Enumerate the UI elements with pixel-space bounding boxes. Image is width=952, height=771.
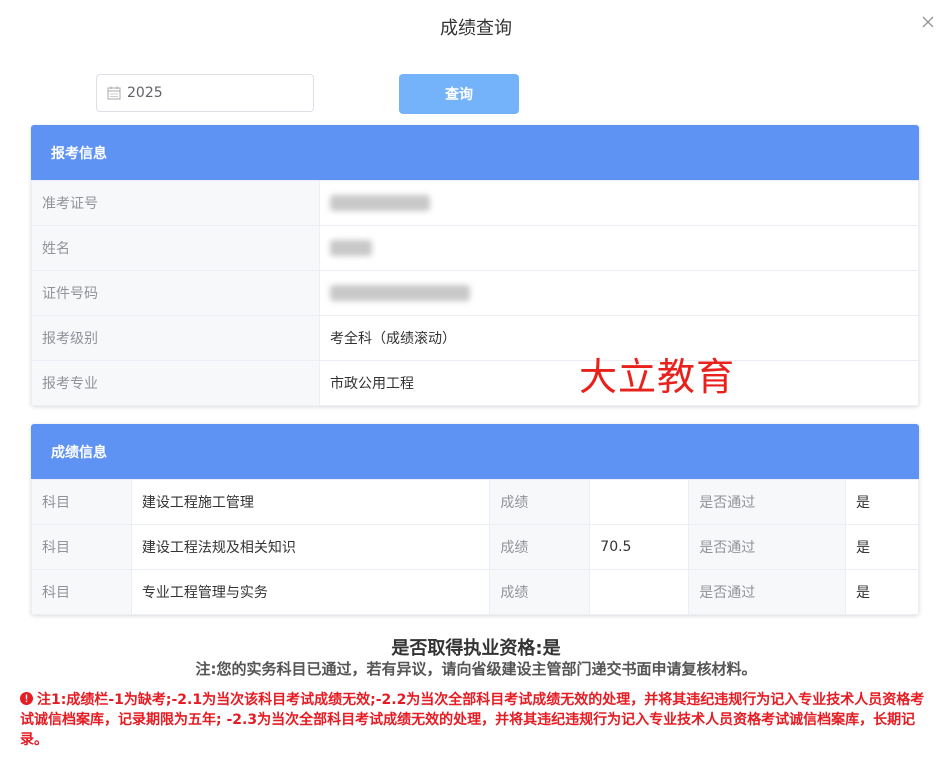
watermark: 大立教育 — [579, 355, 736, 399]
table-row: 准考证号 — [31, 180, 919, 226]
score-info-panel: 成绩信息 科目 建设工程施工管理 成绩 是否通过 是 科目 建设工程法规及相关知… — [31, 424, 919, 615]
exam-info-header: 报考信息 — [31, 125, 919, 180]
alert-icon — [20, 692, 33, 705]
score-label: 成绩 — [489, 479, 591, 525]
review-note: 注:您的实务科目已通过，若有异议，请向省级建设主管部门递交书面申请复核材料。 — [195, 660, 757, 678]
row-label: 证件号码 — [31, 270, 320, 316]
score-label: 成绩 — [489, 524, 591, 570]
table-row: 科目 建设工程法规及相关知识 成绩 70.5 是否通过 是 — [31, 524, 919, 570]
subject-name: 建设工程法规及相关知识 — [130, 524, 491, 570]
year-value: 2025 — [127, 85, 163, 101]
table-row: 证件号码 — [31, 270, 919, 316]
query-button[interactable]: 查询 — [399, 74, 519, 114]
year-picker[interactable]: 2025 — [96, 74, 314, 112]
row-label: 姓名 — [31, 225, 320, 271]
name-value — [319, 225, 919, 271]
score-label: 成绩 — [489, 569, 591, 615]
row-label: 报考级别 — [31, 315, 320, 361]
subject-label: 科目 — [31, 569, 132, 615]
qualification-status: 是否取得执业资格:是 — [391, 638, 561, 659]
row-label: 准考证号 — [31, 180, 320, 226]
score-info-header: 成绩信息 — [31, 424, 919, 479]
pass-value: 是 — [845, 569, 919, 615]
calendar-icon — [107, 86, 121, 100]
table-row: 科目 建设工程施工管理 成绩 是否通过 是 — [31, 479, 919, 525]
score-value: 70.5 — [589, 524, 690, 570]
table-row: 科目 专业工程管理与实务 成绩 是否通过 是 — [31, 569, 919, 615]
admission-number-value — [319, 180, 919, 226]
table-row: 报考级别 考全科（成绩滚动） — [31, 315, 919, 361]
close-icon[interactable] — [920, 14, 936, 30]
id-number-value — [319, 270, 919, 316]
score-table: 科目 建设工程施工管理 成绩 是否通过 是 科目 建设工程法规及相关知识 成绩 … — [31, 479, 919, 615]
pass-value: 是 — [845, 479, 919, 525]
subject-label: 科目 — [31, 479, 132, 525]
footnote: 注1:成绩栏-1为缺考;-2.1为当次该科目考试成绩无效;-2.2为当次全部科目… — [20, 690, 930, 750]
table-row: 报考专业 市政公用工程 — [31, 360, 919, 406]
table-row: 姓名 — [31, 225, 919, 271]
pass-label: 是否通过 — [688, 479, 847, 525]
subject-name: 建设工程施工管理 — [130, 479, 491, 525]
score-value — [589, 569, 690, 615]
subject-label: 科目 — [31, 524, 132, 570]
exam-info-panel: 报考信息 准考证号 姓名 证件号码 报考级别 考全科（成绩滚动） 报考专业 市政… — [31, 125, 919, 406]
pass-value: 是 — [845, 524, 919, 570]
row-label: 报考专业 — [31, 360, 320, 406]
exam-info-table: 准考证号 姓名 证件号码 报考级别 考全科（成绩滚动） 报考专业 市政公用工程 — [31, 180, 919, 406]
footnote-text: 注1:成绩栏-1为缺考;-2.1为当次该科目考试成绩无效;-2.2为当次全部科目… — [20, 692, 925, 748]
pass-label: 是否通过 — [688, 569, 847, 615]
score-value — [589, 479, 690, 525]
pass-label: 是否通过 — [688, 524, 847, 570]
dialog-title: 成绩查询 — [440, 18, 512, 39]
subject-name: 专业工程管理与实务 — [130, 569, 491, 615]
